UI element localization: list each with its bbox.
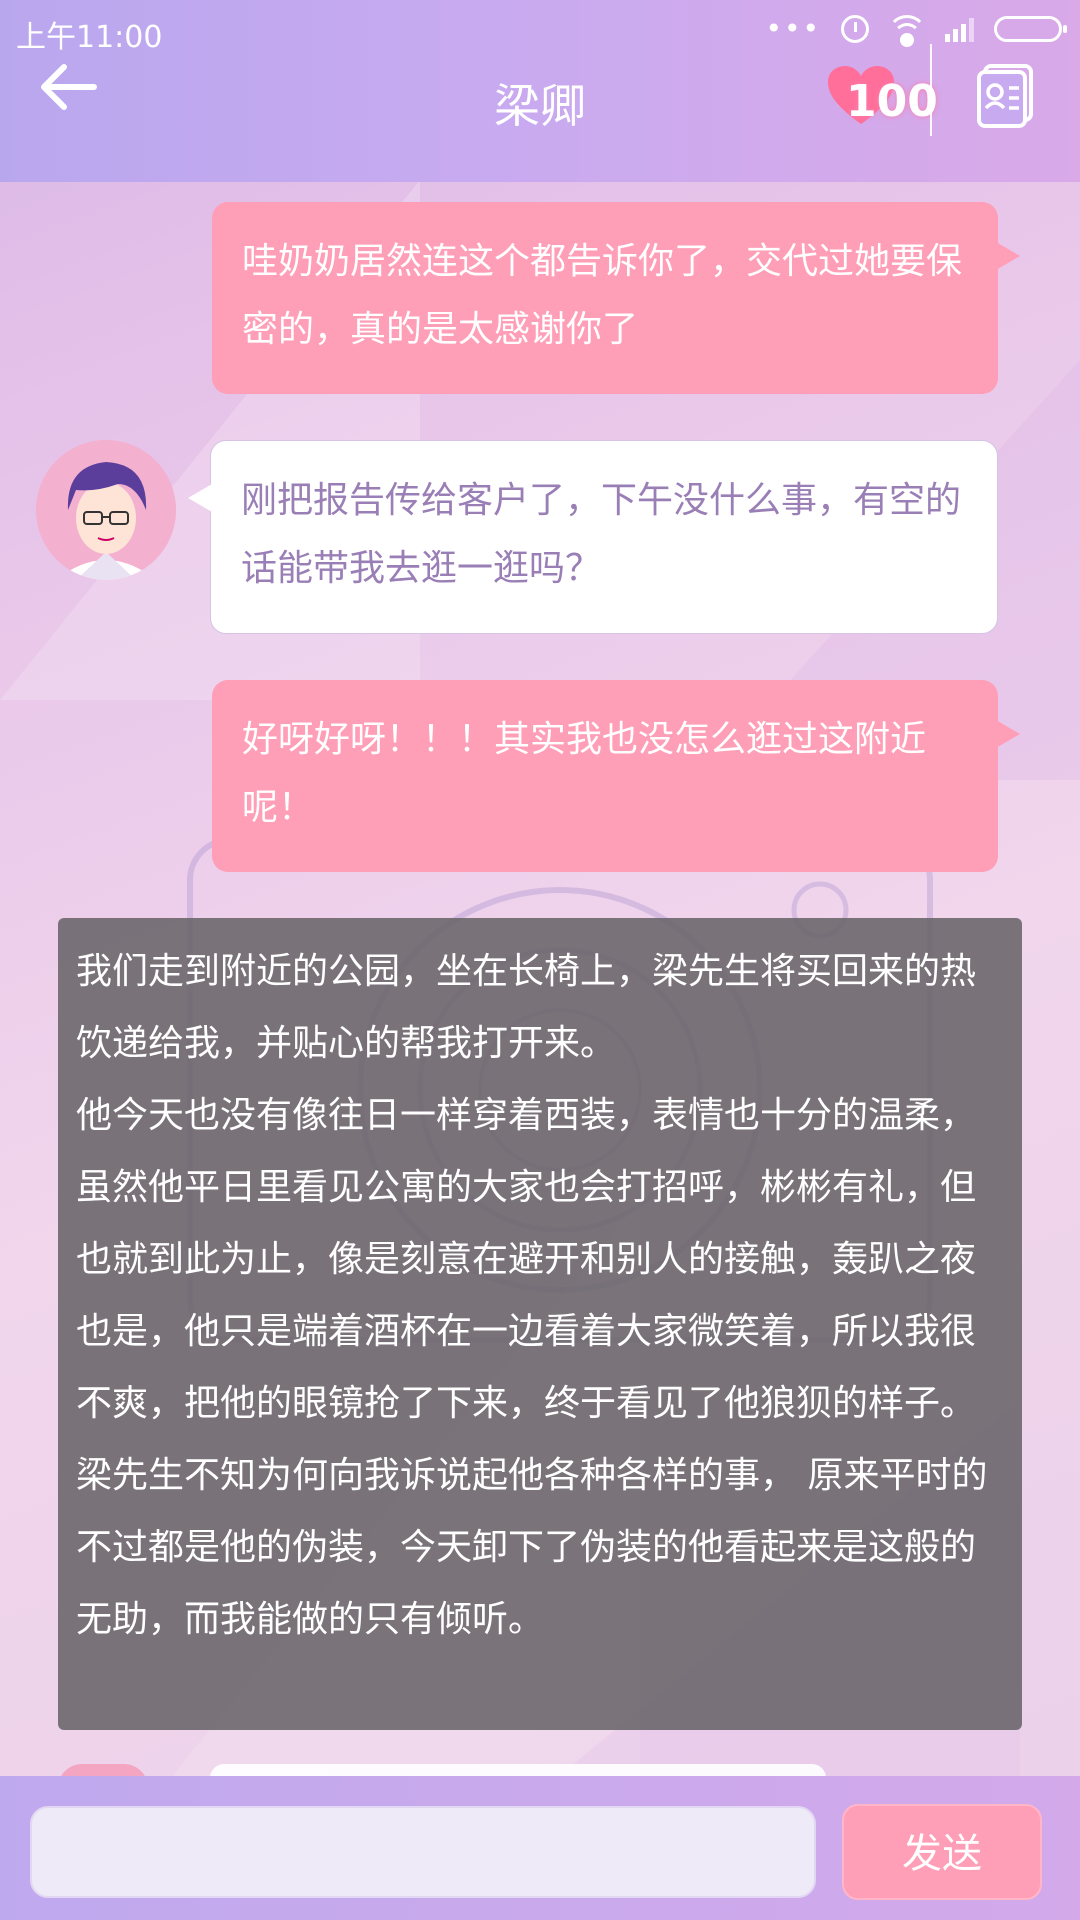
profile-card-button[interactable] <box>975 62 1039 128</box>
message-bubble-received: 刚把报告传给客户了，下午没什么事，有空的话能带我去逛一逛吗？ <box>210 440 998 634</box>
chat-screen: 上午11:00 ••• 梁卿 100 哇奶奶居然连这个都告诉你了，交代过她要保密… <box>0 0 1080 1920</box>
more-dots: ••• <box>765 12 821 45</box>
app-header: 上午11:00 ••• 梁卿 100 <box>0 0 1080 182</box>
message-text: 刚把报告传给客户了，下午没什么事，有空的话能带我去逛一逛吗？ <box>241 480 962 589</box>
bubble-tail <box>996 242 1020 270</box>
signal-icon <box>945 16 974 42</box>
status-bar: 上午11:00 ••• <box>0 0 1080 60</box>
send-button[interactable]: 发送 <box>842 1804 1042 1900</box>
character-avatar-icon <box>36 440 176 580</box>
avatar[interactable] <box>36 440 176 580</box>
message-bubble-sent: 好呀好呀！！！其实我也没怎么逛过这附近呢！ <box>212 680 998 872</box>
narration-paragraph: 梁先生不知为何向我诉说起他各种各样的事， 原来平时的不过都是他的伪装，今天卸下了… <box>76 1455 988 1640</box>
battery-icon <box>994 15 1067 42</box>
narration-paragraph: 我们走到附近的公园，坐在长椅上，梁先生将买回来的热饮递给我，并贴心的帮我打开来。 <box>76 951 977 1064</box>
favor-count: 100 <box>846 76 938 127</box>
bubble-tail <box>188 484 212 512</box>
wifi-icon <box>887 14 927 47</box>
message-text: 哇奶奶居然连这个都告诉你了，交代过她要保密的，真的是太感谢你了 <box>242 241 963 350</box>
narration-paragraph: 他今天也没有像往日一样穿着西装，表情也十分的温柔，虽然他平日里看见公寓的大家也会… <box>76 1095 977 1424</box>
message-input-bar: 发送 <box>0 1776 1080 1920</box>
profile-card-icon <box>977 64 1033 128</box>
status-time: 上午11:00 <box>16 20 163 55</box>
bubble-tail <box>996 720 1020 748</box>
message-text: 好呀好呀！！！其实我也没怎么逛过这附近呢！ <box>242 719 927 828</box>
status-icons: ••• <box>765 12 1067 47</box>
favor-indicator[interactable]: 100 <box>826 62 946 132</box>
message-bubble-sent: 哇奶奶居然连这个都告诉你了，交代过她要保密的，真的是太感谢你了 <box>212 202 998 394</box>
message-input[interactable] <box>30 1806 816 1898</box>
alarm-icon <box>841 14 869 43</box>
story-narration-box[interactable]: 我们走到附近的公园，坐在长椅上，梁先生将买回来的热饮递给我，并贴心的帮我打开来。… <box>58 918 1022 1730</box>
header-divider <box>930 44 932 136</box>
